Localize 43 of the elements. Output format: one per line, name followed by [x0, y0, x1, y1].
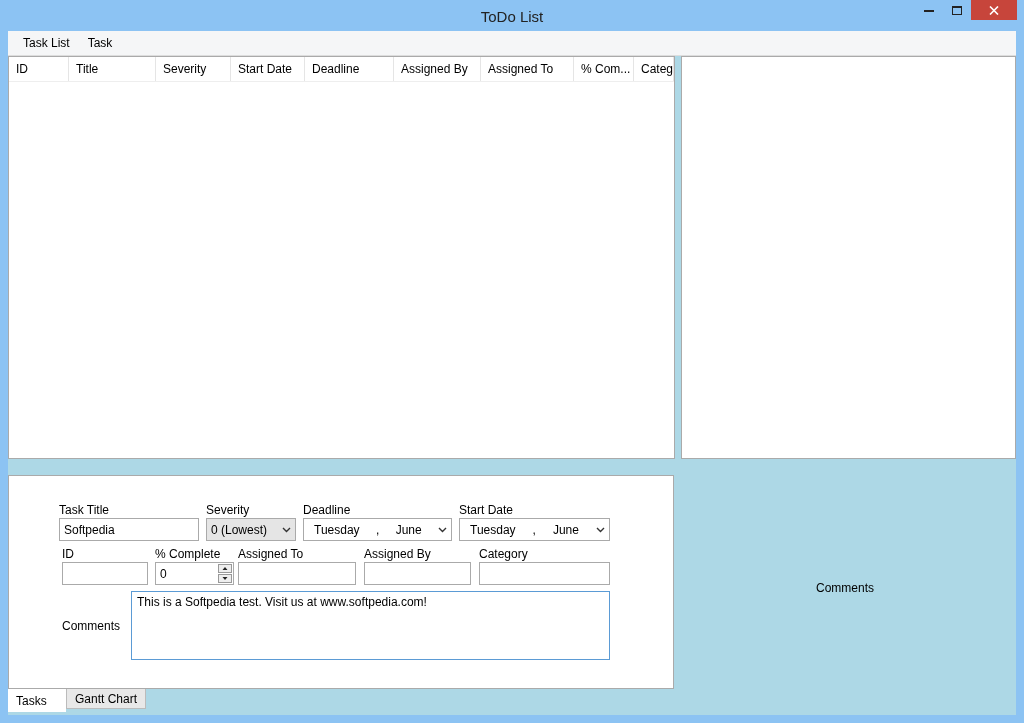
maximize-icon	[952, 5, 962, 15]
window-title: ToDo List	[480, 7, 544, 25]
field-label: Severity	[206, 503, 251, 517]
field-label: Assigned By	[364, 547, 432, 561]
comments-field[interactable]: This is a Softpedia test. Visit us at www.softpedia.com!	[131, 591, 610, 660]
text-field[interactable]	[238, 562, 356, 585]
field-label: Deadline	[303, 503, 352, 517]
text-field[interactable]	[364, 562, 471, 585]
text-field[interactable]	[479, 562, 610, 585]
column-header[interactable]: Deadline	[305, 57, 394, 81]
chevron-down-icon	[438, 526, 447, 533]
column-header[interactable]: ID	[9, 57, 69, 81]
field-label: ID	[62, 547, 75, 561]
column-header[interactable]: Start Date	[231, 57, 305, 81]
dropdown[interactable]: 0 (Lowest)	[206, 518, 296, 541]
minimize-icon	[924, 8, 934, 12]
field-label: % Complete	[155, 547, 222, 561]
date-picker[interactable]: Tuesday , June	[459, 518, 610, 541]
field-label: Comments	[62, 618, 121, 633]
field-label: Task Title	[59, 503, 110, 517]
field-label: Start Date	[459, 503, 515, 517]
menu-item[interactable]: Task	[78, 36, 122, 50]
column-header[interactable]: Severity	[156, 57, 231, 81]
panel-caption: Comments	[816, 580, 874, 595]
tab[interactable]: Tasks	[8, 689, 66, 712]
close-button[interactable]	[971, 0, 1017, 20]
tab[interactable]: Gantt Chart	[66, 689, 147, 709]
number-field[interactable]: 0	[155, 562, 234, 585]
field-label: Category	[479, 547, 529, 561]
menu-item[interactable]: Task List	[14, 36, 79, 50]
chevron-down-icon	[595, 526, 605, 533]
column-header[interactable]: Assigned To	[481, 57, 574, 81]
chevron-down-icon	[282, 526, 291, 533]
column-header[interactable]: Assigned By	[394, 57, 481, 81]
close-icon	[989, 5, 999, 15]
text-field[interactable]: Softpedia	[59, 518, 199, 541]
text-field[interactable]	[62, 562, 148, 585]
field-label: Assigned To	[238, 547, 305, 561]
spinner-arrows-icon	[218, 564, 232, 583]
column-header[interactable]: Categ	[634, 57, 674, 81]
column-header[interactable]: % Com...	[574, 57, 634, 81]
date-picker[interactable]: Tuesday , June	[303, 518, 452, 541]
column-header[interactable]: Title	[69, 57, 156, 81]
